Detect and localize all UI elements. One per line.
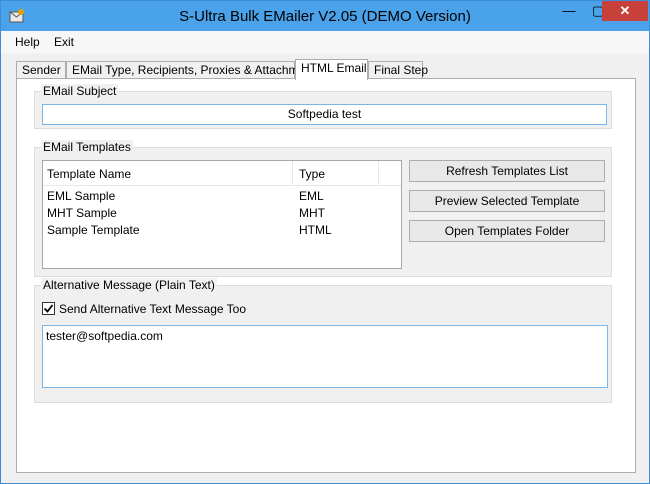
- column-type[interactable]: Type: [299, 167, 325, 181]
- alt-message-group-title: Alternative Message (Plain Text): [41, 278, 217, 292]
- column-separator: [378, 161, 379, 185]
- checkmark-icon: [43, 304, 54, 313]
- window-title: S-Ultra Bulk EMailer V2.05 (DEMO Version…: [179, 8, 471, 25]
- tab-email-type[interactable]: EMail Type, Recipients, Proxies & Attach…: [66, 61, 321, 78]
- templates-list[interactable]: Template Name Type EML Sample EML MHT Sa…: [42, 160, 402, 269]
- subject-input[interactable]: Softpedia test: [42, 104, 607, 125]
- preview-template-button[interactable]: Preview Selected Template: [409, 190, 605, 212]
- menu-exit[interactable]: Exit: [54, 35, 74, 49]
- refresh-templates-button[interactable]: Refresh Templates List: [409, 160, 605, 182]
- send-alt-text-label[interactable]: Send Alternative Text Message Too: [59, 302, 246, 316]
- app-window: S-Ultra Bulk EMailer V2.05 (DEMO Version…: [0, 0, 650, 484]
- template-name-cell: Sample Template: [47, 223, 140, 237]
- template-name-cell: EML Sample: [47, 189, 116, 203]
- alt-message-group: Alternative Message (Plain Text) Send Al…: [34, 278, 612, 403]
- tab-sender[interactable]: Sender: [16, 61, 66, 78]
- table-row[interactable]: EML Sample EML: [43, 188, 401, 205]
- templates-list-header: Template Name Type: [43, 161, 401, 186]
- templates-group-title: EMail Templates: [41, 140, 133, 154]
- title-bar[interactable]: S-Ultra Bulk EMailer V2.05 (DEMO Version…: [1, 1, 649, 31]
- table-row[interactable]: MHT Sample MHT: [43, 205, 401, 222]
- close-button[interactable]: ✕: [602, 1, 648, 21]
- alt-text-area[interactable]: tester@softpedia.com: [42, 325, 608, 388]
- menu-help[interactable]: Help: [15, 35, 40, 49]
- templates-group: EMail Templates Template Name Type EML S…: [34, 140, 612, 277]
- tab-html-email[interactable]: HTML Email: [295, 59, 368, 80]
- send-alt-text-checkbox[interactable]: [42, 302, 55, 315]
- table-row[interactable]: Sample Template HTML: [43, 222, 401, 239]
- tab-final-step[interactable]: Final Step: [368, 61, 428, 78]
- subject-group-title: EMail Subject: [41, 84, 119, 98]
- menu-bar: Help Exit: [1, 31, 649, 53]
- template-name-cell: MHT Sample: [47, 206, 117, 220]
- minimize-button[interactable]: —: [555, 1, 583, 21]
- template-type-cell: HTML: [299, 223, 332, 237]
- subject-group: EMail Subject Softpedia test: [34, 84, 612, 129]
- template-type-cell: MHT: [299, 206, 325, 220]
- template-type-cell: EML: [299, 189, 324, 203]
- column-template-name[interactable]: Template Name: [47, 167, 131, 181]
- open-templates-folder-button[interactable]: Open Templates Folder: [409, 220, 605, 242]
- column-separator: [292, 161, 293, 185]
- tab-page-html-email: EMail Subject Softpedia test EMail Templ…: [16, 78, 636, 473]
